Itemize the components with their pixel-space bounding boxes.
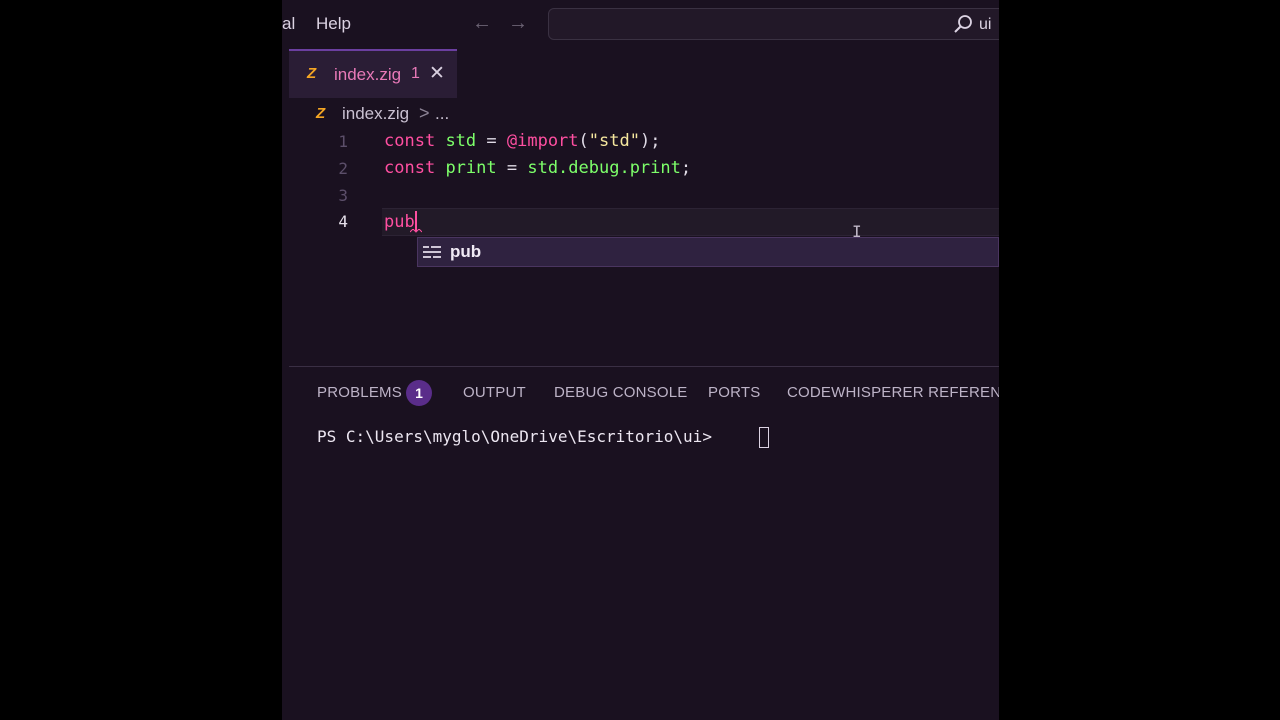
panel-divider: [289, 366, 999, 367]
tab-debug-console[interactable]: DEBUG CONSOLE: [554, 384, 687, 401]
string-literal: "std": [588, 131, 640, 151]
error-squiggle: [410, 229, 422, 233]
tab-problem-badge: 1: [411, 65, 420, 82]
punctuation: );: [639, 131, 661, 151]
keyword: const: [384, 131, 436, 151]
panel-tabs: PROBLEMS 1 OUTPUT DEBUG CONSOLE PORTS CO…: [282, 380, 999, 408]
suggestion-item-pub[interactable]: pub: [417, 237, 999, 267]
chevron-right-icon: >: [419, 103, 430, 123]
identifier: std: [445, 131, 477, 151]
arrow-right-icon[interactable]: →: [508, 12, 528, 35]
tab-output[interactable]: OUTPUT: [463, 384, 526, 401]
tab-index-zig[interactable]: Z index.zig 1 ✕: [289, 49, 457, 98]
tab-ports[interactable]: PORTS: [708, 384, 760, 401]
problems-count-badge: 1: [406, 380, 432, 406]
arrow-left-icon[interactable]: ←: [472, 12, 492, 35]
punctuation: ;: [680, 158, 692, 178]
terminal-prompt: PS C:\Users\myglo\OneDrive\Escritorio\ui…: [317, 427, 712, 446]
code-line-1: const std = @import("std");: [384, 131, 660, 151]
builtin-function: @import: [506, 131, 579, 151]
breadcrumb-file[interactable]: index.zig: [342, 104, 409, 124]
tab-label: index.zig: [334, 65, 402, 84]
mouse-ibeam-icon: I: [852, 222, 862, 241]
identifier: print: [445, 158, 497, 178]
vscode-window: al Help ← → ui Z index.zig 1 ✕ Z index.z…: [282, 0, 999, 720]
close-icon[interactable]: ✕: [429, 62, 445, 85]
tab-codewhisperer-reference[interactable]: CODEWHISPERER REFERENCE L: [787, 384, 999, 401]
suggestion-label: pub: [450, 242, 482, 261]
text-cursor: [414, 211, 417, 231]
title-bar: al Help ← → ui: [282, 0, 999, 49]
member-expression: std.debug.print: [527, 158, 681, 178]
operator: =: [496, 158, 528, 178]
breadcrumb-more[interactable]: ...: [435, 104, 449, 124]
line-number: 2: [338, 159, 348, 178]
keyword: const: [384, 158, 436, 178]
menu-item-terminal[interactable]: al: [282, 14, 295, 34]
line-number-active: 4: [338, 212, 348, 231]
zig-icon: Z: [307, 65, 317, 82]
tab-problems[interactable]: PROBLEMS: [317, 384, 402, 401]
search-text: ui: [979, 16, 992, 33]
command-center-search[interactable]: ui: [548, 8, 999, 40]
code-line-2: const print = std.debug.print;: [384, 158, 691, 178]
punctuation: (: [578, 131, 589, 151]
current-line-highlight: [382, 208, 999, 236]
keyword-icon: [423, 246, 441, 258]
terminal-cursor[interactable]: [759, 427, 769, 448]
line-number: 1: [338, 132, 348, 151]
operator: =: [476, 131, 507, 151]
search-icon: [954, 15, 972, 33]
zig-icon: Z: [316, 105, 326, 122]
line-number: 3: [338, 186, 348, 205]
menu-item-help[interactable]: Help: [316, 14, 351, 34]
